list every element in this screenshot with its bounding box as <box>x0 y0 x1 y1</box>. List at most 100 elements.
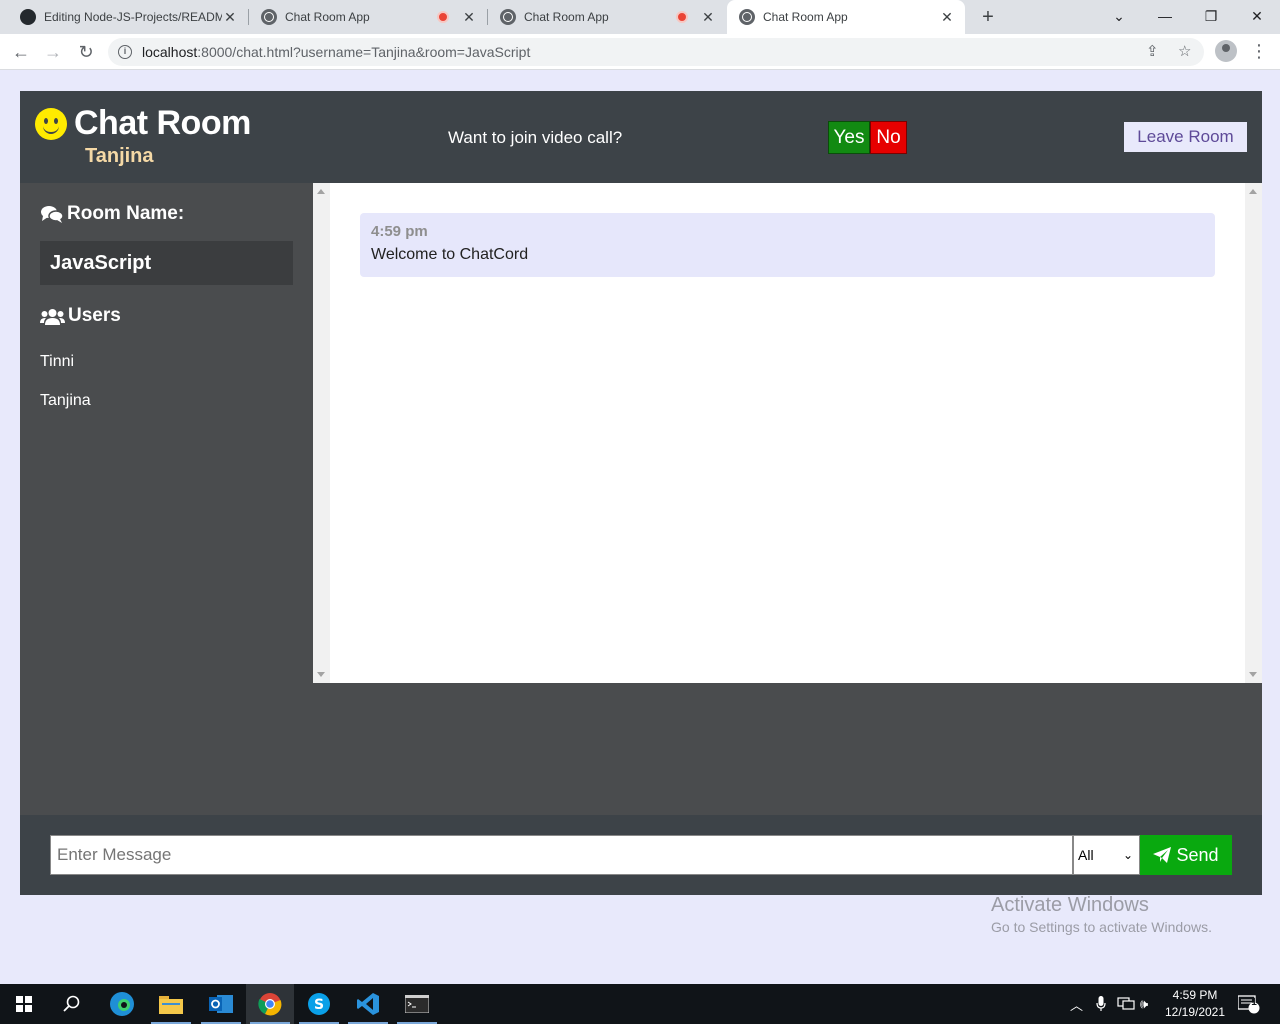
close-tab-icon[interactable]: ✕ <box>939 9 955 26</box>
svg-text:S: S <box>314 997 324 1013</box>
taskbar-file-explorer[interactable] <box>147 984 195 1024</box>
chat-header: Chat Room Tanjina Want to join video cal… <box>20 91 1262 183</box>
windows-logo-icon <box>16 996 32 1012</box>
profile-avatar-icon[interactable] <box>1215 40 1237 62</box>
browser-tab-strip: Editing Node-JS-Projects/READM ✕ Chat Ro… <box>0 0 1280 34</box>
chat-sidebar: Room Name: JavaScript Users Tinni Tanjin… <box>20 183 313 683</box>
user-list-item: Tinni <box>40 353 75 370</box>
search-button[interactable] <box>48 984 96 1024</box>
message-input[interactable] <box>50 835 1073 875</box>
tab-title: Editing Node-JS-Projects/READM <box>44 10 222 24</box>
minimize-button[interactable]: — <box>1142 0 1188 34</box>
forward-arrow-icon[interactable]: → <box>41 40 65 64</box>
room-name-heading: Room Name: <box>40 203 184 225</box>
tab-search-chevron-icon[interactable]: ⌄ <box>1096 0 1142 34</box>
new-tab-button[interactable]: + <box>976 4 1000 30</box>
room-name: JavaScript <box>40 241 293 285</box>
chevron-down-icon: ⌄ <box>1122 848 1133 862</box>
bookmark-star-icon[interactable]: ☆ <box>1178 42 1191 60</box>
url-text: localhost:8000/chat.html?username=Tanjin… <box>142 44 531 60</box>
message-time: 4:59 pm <box>371 223 428 240</box>
taskbar-edge[interactable] <box>98 984 146 1024</box>
site-info-icon[interactable]: i <box>118 45 132 59</box>
browser-menu-icon[interactable]: ⋮ <box>1250 40 1268 62</box>
chrome-icon <box>258 993 282 1016</box>
taskbar-chrome[interactable] <box>246 984 294 1024</box>
taskbar-skype[interactable]: S <box>295 984 343 1024</box>
chat-messages[interactable]: 4:59 pm Welcome to ChatCord <box>313 183 1262 683</box>
taskbar-outlook[interactable] <box>197 984 245 1024</box>
taskbar-terminal[interactable] <box>393 984 441 1024</box>
join-video-no-button[interactable]: No <box>870 121 907 154</box>
current-username: Tanjina <box>85 145 154 167</box>
reload-icon[interactable]: ↻ <box>74 40 98 64</box>
notification-count-badge: 1 <box>1251 997 1257 1008</box>
show-hidden-icons-chevron-icon[interactable]: ︿ <box>1070 984 1083 1024</box>
globe-icon <box>261 9 277 25</box>
recipient-selected-value: All <box>1078 847 1094 863</box>
leave-room-button[interactable]: Leave Room <box>1124 122 1247 152</box>
scroll-up-arrow-icon[interactable] <box>1249 189 1257 194</box>
outlook-icon <box>209 995 233 1013</box>
left-scrollbar[interactable] <box>313 183 330 683</box>
close-window-button[interactable]: ✕ <box>1234 0 1280 34</box>
globe-icon <box>739 9 755 25</box>
browser-tab-chat-3[interactable]: Chat Room App ✕ <box>727 0 965 34</box>
close-tab-icon[interactable]: ✕ <box>700 9 716 26</box>
comments-icon <box>41 206 64 223</box>
windows-taskbar: S ︿ 🕪 4:59 PM 12/19/2021 1 <box>0 984 1280 1024</box>
skype-icon: S <box>308 993 330 1015</box>
message-text: Welcome to ChatCord <box>371 246 529 263</box>
users-heading-label: Users <box>68 305 121 326</box>
search-icon <box>63 995 80 1012</box>
send-button[interactable]: Send <box>1140 835 1232 875</box>
recording-indicator-icon <box>437 11 449 23</box>
back-arrow-icon[interactable]: ← <box>9 40 33 64</box>
app-title: Chat Room <box>74 104 251 142</box>
chat-message: 4:59 pm Welcome to ChatCord <box>360 213 1215 277</box>
user-list-item: Tanjina <box>40 392 91 409</box>
edge-icon <box>110 992 134 1016</box>
users-heading: Users <box>40 305 121 327</box>
browser-tab-github[interactable]: Editing Node-JS-Projects/READM ✕ <box>8 0 248 34</box>
scroll-down-arrow-icon[interactable] <box>1249 672 1257 677</box>
microphone-icon[interactable] <box>1096 984 1106 1024</box>
tab-title: Chat Room App <box>524 10 609 24</box>
room-name-heading-label: Room Name: <box>67 203 185 224</box>
smiley-icon <box>35 108 67 140</box>
volume-icon[interactable]: 🕪 <box>1140 984 1148 1024</box>
globe-icon <box>500 9 516 25</box>
watermark-subtitle: Go to Settings to activate Windows. <box>991 919 1212 935</box>
browser-toolbar: ← → ↻ i localhost:8000/chat.html?usernam… <box>0 34 1280 70</box>
browser-tab-chat-2[interactable]: Chat Room App ✕ <box>488 0 726 34</box>
share-icon[interactable]: ⇪ <box>1146 42 1159 60</box>
watermark-title: Activate Windows <box>991 894 1149 916</box>
close-tab-icon[interactable]: ✕ <box>461 9 477 26</box>
folder-icon <box>159 996 183 1014</box>
browser-tab-chat-1[interactable]: Chat Room App ✕ <box>249 0 487 34</box>
notification-center-icon[interactable]: 1 <box>1238 984 1260 1024</box>
send-button-label: Send <box>1176 844 1219 865</box>
scroll-up-arrow-icon[interactable] <box>317 189 325 194</box>
chat-form-bar: All ⌄ Send <box>20 815 1262 895</box>
github-icon <box>20 9 36 25</box>
chat-container: Chat Room Tanjina Want to join video cal… <box>20 91 1262 895</box>
join-video-yes-button[interactable]: Yes <box>828 121 870 154</box>
address-bar[interactable]: i localhost:8000/chat.html?username=Tanj… <box>108 38 1204 66</box>
recording-indicator-icon <box>676 11 688 23</box>
recipient-select[interactable]: All ⌄ <box>1073 835 1140 875</box>
clock-time: 4:59 PM <box>1172 988 1218 1002</box>
network-icon[interactable] <box>1117 984 1135 1024</box>
scroll-down-arrow-icon[interactable] <box>317 672 325 677</box>
right-scrollbar[interactable] <box>1245 183 1262 683</box>
restore-button[interactable]: ❐ <box>1188 0 1234 34</box>
users-icon <box>40 308 65 325</box>
terminal-icon <box>405 995 429 1013</box>
activate-windows-watermark: Activate Windows Go to Settings to activ… <box>991 894 1212 935</box>
taskbar-clock[interactable]: 4:59 PM 12/19/2021 <box>1160 987 1230 1021</box>
tab-title: Chat Room App <box>285 10 370 24</box>
start-button[interactable] <box>0 984 48 1024</box>
clock-date: 12/19/2021 <box>1164 1005 1226 1019</box>
close-tab-icon[interactable]: ✕ <box>222 9 238 26</box>
taskbar-vscode[interactable] <box>344 984 392 1024</box>
